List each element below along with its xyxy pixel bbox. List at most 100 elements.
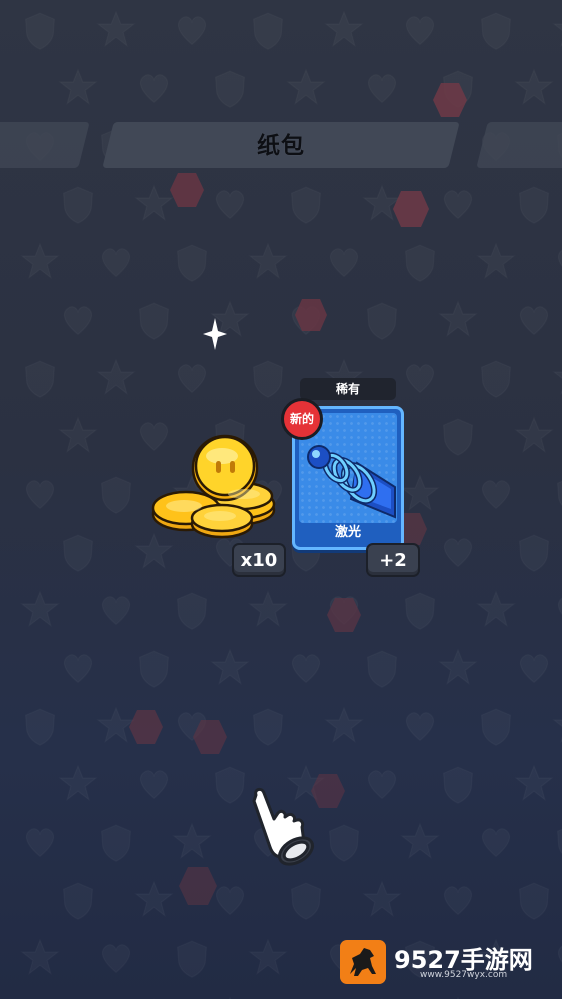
pattern-shape	[178, 941, 207, 977]
pattern-shape	[516, 418, 552, 452]
sparkle-icon	[203, 318, 227, 350]
pattern-shape	[102, 249, 129, 277]
hexagon-particle	[295, 299, 327, 331]
pack-title: 纸包	[257, 133, 305, 159]
pattern-shape	[520, 655, 547, 683]
pattern-shape	[250, 592, 286, 626]
pattern-shape	[444, 887, 471, 915]
banner-side-right	[476, 122, 562, 168]
banner-side-left	[0, 122, 90, 168]
hexagon-particle	[327, 598, 361, 632]
pattern-shape	[216, 887, 243, 915]
pattern-shape	[368, 651, 397, 687]
pattern-shape	[26, 709, 55, 745]
card-count-badge: +2	[366, 543, 420, 577]
pattern-shape	[136, 186, 172, 220]
pattern-shape	[102, 945, 129, 973]
pattern-shape	[254, 361, 283, 397]
pattern-shape	[292, 187, 321, 223]
pattern-shape	[516, 766, 552, 800]
pattern-shape	[98, 360, 134, 394]
pattern-shape	[22, 244, 58, 278]
pattern-shape	[178, 245, 207, 281]
pattern-shape	[216, 767, 245, 803]
pattern-shape	[364, 882, 400, 916]
pattern-shape	[558, 597, 562, 625]
pattern-shape	[326, 708, 362, 742]
hexagon-particle	[433, 83, 467, 117]
pattern-shape	[178, 365, 205, 393]
pointing-hand-icon[interactable]	[244, 785, 324, 871]
card-name: 激光	[334, 525, 361, 540]
pattern-shape	[64, 535, 93, 571]
pattern-shape	[64, 883, 93, 919]
pattern-shape	[406, 365, 433, 393]
pattern-shape	[102, 597, 129, 625]
pattern-shape	[406, 713, 433, 741]
pattern-shape	[440, 650, 476, 684]
pattern-shape	[250, 940, 286, 974]
pattern-shape	[26, 481, 53, 509]
watermark: 9527手游网 www.9527wyx.com	[340, 938, 550, 986]
pattern-shape	[60, 418, 96, 452]
pattern-shape	[140, 303, 169, 339]
pattern-shape	[26, 13, 55, 49]
hexagon-particle	[179, 867, 217, 905]
pattern-shape	[554, 360, 562, 394]
pattern-shape	[26, 829, 53, 857]
coin-count-badge: x10	[232, 543, 286, 577]
pattern-shape	[478, 592, 514, 626]
pattern-shape	[516, 70, 552, 104]
pattern-shape	[140, 651, 169, 687]
pattern-shape	[136, 882, 172, 916]
pattern-shape	[482, 829, 509, 857]
pattern-shape	[26, 361, 55, 397]
pattern-shape	[402, 476, 438, 510]
pattern-shape	[482, 709, 511, 745]
pack-opening-screen[interactable]: 纸包 x10 稀有 激光 新的 +2 9527手游网 www.9527wyx.c…	[0, 0, 562, 999]
hexagon-particle	[129, 710, 163, 744]
hexagon-particle	[193, 720, 227, 754]
rarity-tag: 稀有	[300, 378, 396, 400]
pattern-shape	[402, 824, 438, 858]
pattern-shape	[520, 883, 549, 919]
pattern-shape	[368, 771, 395, 799]
new-badge: 新的	[281, 398, 323, 440]
pattern-shape	[554, 12, 562, 46]
hexagon-particle	[393, 191, 429, 227]
pattern-shape	[254, 13, 283, 49]
pattern-shape	[554, 708, 562, 742]
pattern-shape	[406, 593, 435, 629]
pattern-shape	[520, 307, 547, 335]
pattern-shape	[482, 13, 511, 49]
pattern-shape	[406, 17, 433, 45]
pattern-shape	[368, 303, 397, 339]
pattern-shape	[98, 12, 134, 46]
pattern-shape	[22, 592, 58, 626]
pattern-shape	[330, 825, 359, 861]
pattern-shape	[212, 650, 248, 684]
pattern-shape	[292, 883, 321, 919]
pattern-shape	[292, 655, 319, 683]
pattern-shape	[444, 539, 471, 567]
pattern-shape	[520, 187, 549, 223]
horse-logo-icon	[350, 948, 376, 976]
pattern-shape	[140, 75, 167, 103]
pattern-shape	[288, 70, 324, 104]
pattern-shape	[330, 249, 357, 277]
pattern-shape	[406, 245, 435, 281]
pattern-shape	[440, 302, 476, 336]
pattern-shape	[326, 12, 362, 46]
pattern-shape	[216, 191, 243, 219]
pattern-shape	[254, 709, 283, 745]
pattern-shape	[520, 535, 549, 571]
pattern-shape	[250, 244, 286, 278]
pattern-shape	[64, 655, 91, 683]
pattern-shape	[216, 71, 245, 107]
pattern-shape	[444, 767, 473, 803]
watermark-logo	[340, 940, 386, 984]
pattern-shape	[102, 477, 131, 513]
pattern-shape	[558, 945, 562, 973]
pattern-shape	[558, 825, 562, 861]
pattern-shape	[478, 244, 514, 278]
